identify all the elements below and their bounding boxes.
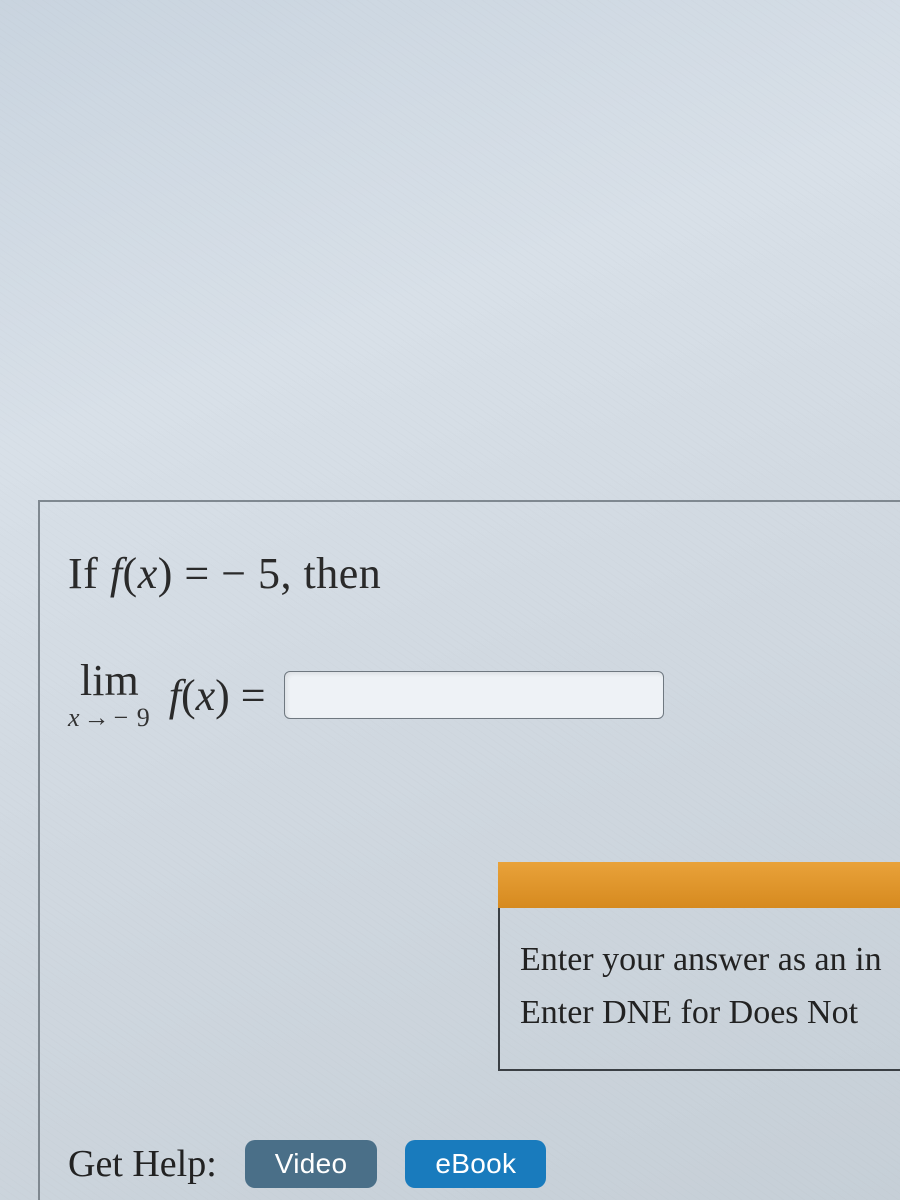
close-paren-2: ) (215, 671, 230, 720)
func-f: f (110, 549, 123, 598)
video-button[interactable]: Video (245, 1140, 378, 1188)
open-paren-2: ( (181, 671, 196, 720)
lim-target: − 9 (114, 703, 151, 732)
limit-expression-row: lim x→− 9 f(x) = (68, 659, 900, 731)
hint-line-1: Enter your answer as an in (520, 934, 900, 987)
prompt-prefix: If (68, 549, 110, 598)
get-help-row: Get Help: Video eBook (68, 1140, 546, 1188)
equals-sign: = (173, 549, 221, 598)
fx-expression: f(x) = (169, 670, 266, 721)
ebook-button[interactable]: eBook (405, 1140, 546, 1188)
then-text: , then (281, 549, 382, 598)
hint-panel: Enter your answer as an in Enter DNE for… (498, 862, 900, 1071)
arrow-icon: → (81, 703, 114, 732)
hint-header-bar (498, 862, 900, 908)
answer-input[interactable] (284, 671, 664, 719)
problem-prompt: If f(x) = − 5, then (68, 548, 900, 599)
hint-line-2: Enter DNE for Does Not (520, 987, 900, 1040)
open-paren: ( (123, 549, 138, 598)
var-x: x (138, 549, 158, 598)
var-x-2: x (196, 671, 216, 720)
constant-value: − 5 (221, 549, 280, 598)
get-help-label: Get Help: (68, 1142, 217, 1186)
hint-body: Enter your answer as an in Enter DNE for… (498, 908, 900, 1071)
lim-var: x (68, 703, 81, 732)
question-card: If f(x) = − 5, then lim x→− 9 f(x) = (38, 500, 900, 1200)
close-paren: ) (158, 549, 173, 598)
lim-subscript: x→− 9 (68, 705, 151, 731)
limit-operator: lim x→− 9 (68, 659, 151, 731)
func-f-2: f (169, 671, 181, 720)
equals-sign-2: = (241, 671, 266, 720)
lim-label: lim (80, 659, 139, 703)
